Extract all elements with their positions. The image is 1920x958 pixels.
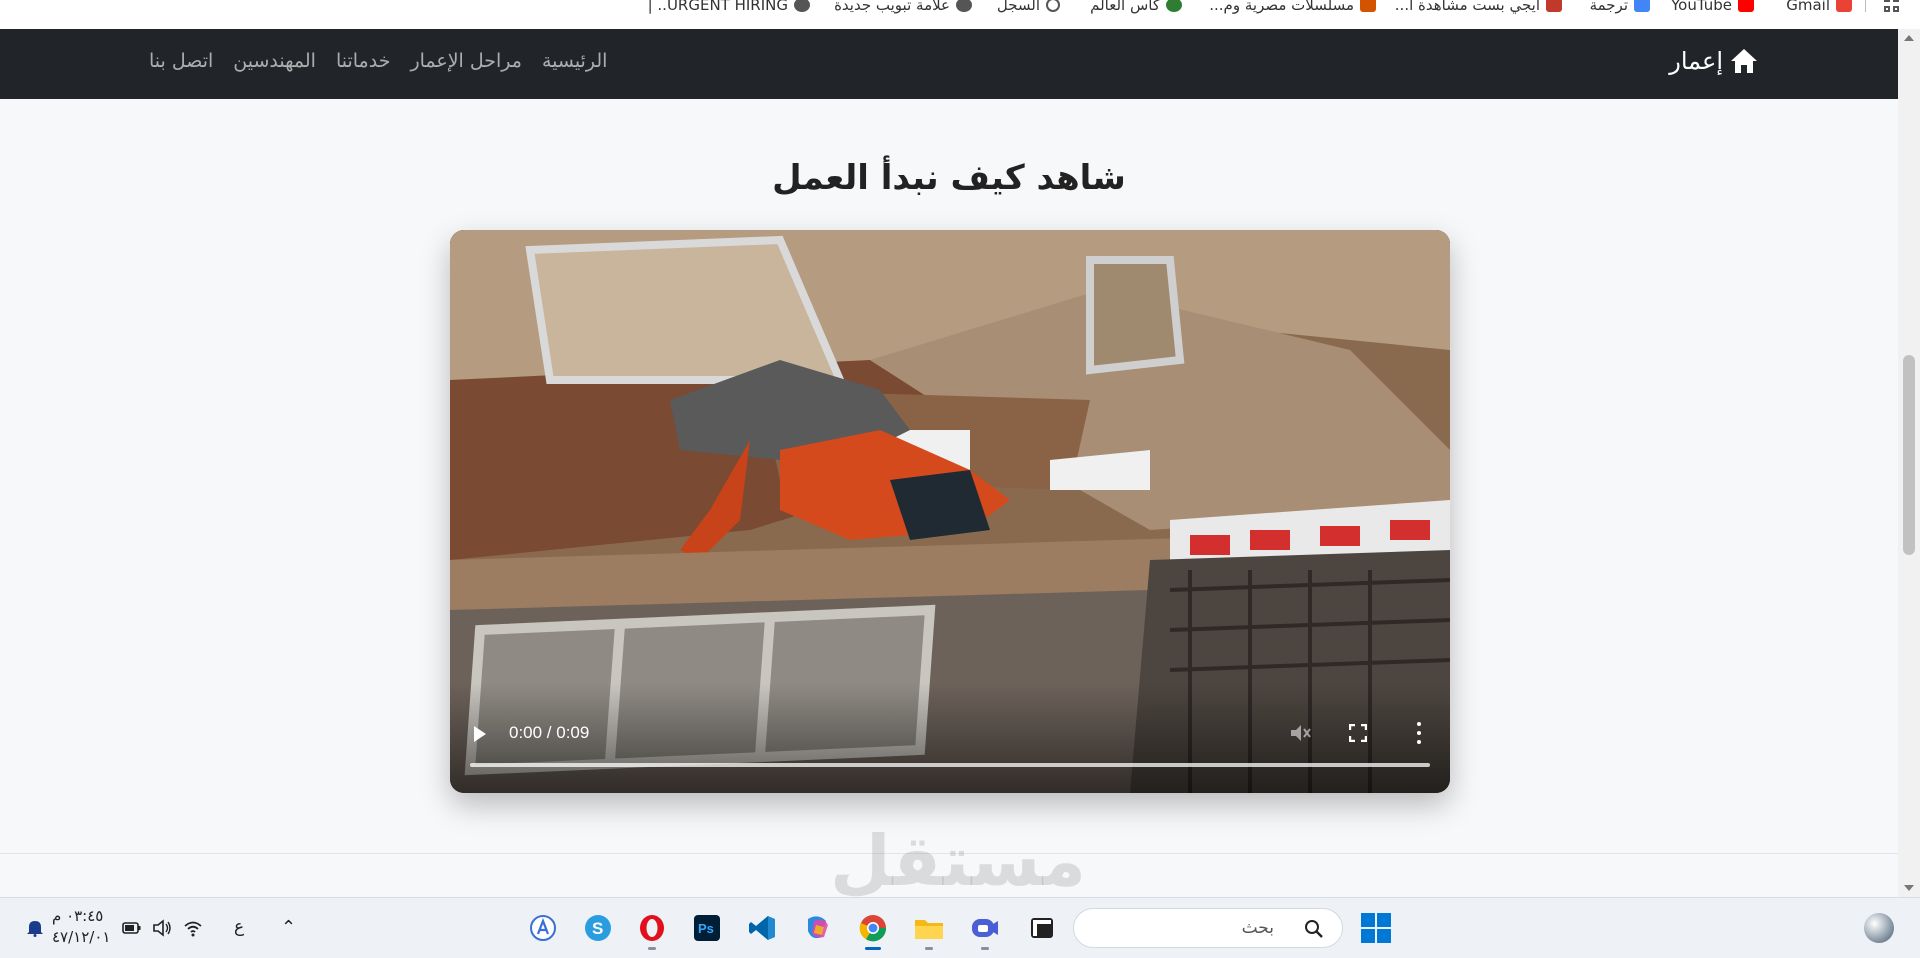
globe-icon <box>956 0 972 12</box>
translate-icon <box>1634 0 1650 12</box>
bookmark-urgent-hiring[interactable]: URGENT HIRING.. | <box>648 0 810 16</box>
mute-icon[interactable] <box>1288 722 1312 744</box>
vscode-icon[interactable] <box>746 912 778 944</box>
bookmarks-separator <box>1865 0 1866 12</box>
bookmark-egybest[interactable]: ايجي بست مشاهدة ا... <box>1395 0 1562 16</box>
terminal-icon[interactable] <box>1026 912 1058 944</box>
nav-link-home[interactable]: الرئيسية <box>542 50 607 72</box>
brand-logo[interactable]: إعمار <box>1669 47 1759 75</box>
fullscreen-icon[interactable] <box>1349 724 1367 742</box>
bookmark-label: كاس العالم <box>1090 0 1160 14</box>
scroll-down-icon[interactable] <box>1904 885 1914 891</box>
windows-taskbar: بحث Ps S ⌃ ع ٠٣:٤٥ م ٤٧/١٢/٠١ <box>0 897 1920 958</box>
wifi-icon[interactable] <box>183 919 203 937</box>
soccer-icon <box>1166 0 1182 12</box>
section-divider <box>0 853 1898 854</box>
watermark-logo: مستقل <box>829 820 1086 902</box>
apps-grid-icon[interactable] <box>1884 0 1900 12</box>
bookmark-worldcup[interactable]: كاس العالم <box>1090 0 1182 16</box>
photoshop-icon[interactable]: Ps <box>691 912 723 944</box>
bookmarks-bar: Gmail YouTube ترجمة ايجي بست مشاهدة ا...… <box>0 0 1920 29</box>
gmail-icon <box>1836 0 1852 12</box>
video-time: 0:00 / 0:09 <box>509 723 590 742</box>
taskbar-search[interactable]: بحث <box>1073 908 1343 948</box>
nav-links: الرئيسية مراحل الإعمار خدماتنا المهندسين… <box>149 50 607 72</box>
volume-icon[interactable] <box>152 919 172 937</box>
file-explorer-icon[interactable] <box>913 912 945 950</box>
windows-start-icon[interactable] <box>1361 913 1391 943</box>
bookmark-youtube[interactable]: YouTube <box>1671 0 1754 16</box>
history-icon <box>1046 0 1060 12</box>
page-scrollbar[interactable] <box>1898 29 1920 897</box>
input-language-indicator[interactable]: ع <box>234 917 244 937</box>
nav-link-stages[interactable]: مراحل الإعمار <box>410 50 522 72</box>
brand-name: إعمار <box>1669 47 1723 75</box>
svg-text:Ps: Ps <box>698 921 714 936</box>
globe-icon <box>794 0 810 12</box>
ai-assistant-icon[interactable] <box>527 912 559 944</box>
bookmark-label: ترجمة <box>1589 0 1628 14</box>
bookmark-translate[interactable]: ترجمة <box>1590 0 1650 16</box>
active-indicator <box>865 947 881 950</box>
bookmark-label: URGENT HIRING.. | <box>647 0 788 14</box>
bookmark-label: السجل <box>996 0 1040 14</box>
chrome-icon[interactable] <box>857 912 889 950</box>
notification-bell-icon[interactable] <box>25 919 45 937</box>
bookmark-label: ايجي بست مشاهدة ا... <box>1394 0 1540 14</box>
browser-window: Gmail YouTube ترجمة ايجي بست مشاهدة ا...… <box>0 0 1920 958</box>
copilot-icon[interactable] <box>802 912 834 944</box>
bookmark-label: علامة تبويب جديدة <box>834 0 950 14</box>
scrollbar-thumb[interactable] <box>1903 355 1915 555</box>
zoom-icon[interactable] <box>969 912 1001 950</box>
nav-link-services[interactable]: خدماتنا <box>336 50 391 72</box>
running-indicator <box>981 947 989 950</box>
more-options-icon[interactable] <box>1416 722 1422 744</box>
search-label: بحث <box>1241 918 1274 938</box>
section-title: شاهد كيف نبدأ العمل <box>772 158 1126 198</box>
overflow-chevron-icon[interactable]: ⌃ <box>281 917 296 938</box>
running-indicator <box>648 947 656 950</box>
bookmark-label: Gmail <box>1786 0 1830 14</box>
nav-link-contact[interactable]: اتصل بنا <box>149 50 213 72</box>
series-icon <box>1360 0 1376 12</box>
video-progress-bar[interactable] <box>470 763 1430 767</box>
bookmark-new-tab[interactable]: علامة تبويب جديدة <box>834 0 972 16</box>
clock-time[interactable]: ٠٣:٤٥ م <box>52 907 103 925</box>
svg-text:S: S <box>592 919 603 938</box>
clock-date[interactable]: ٤٧/١٢/٠١ <box>52 928 110 946</box>
weather-icon[interactable] <box>1864 913 1894 943</box>
egybest-icon <box>1546 0 1562 12</box>
video-player[interactable]: 0:00 / 0:09 <box>450 230 1450 793</box>
nav-link-engineers[interactable]: المهندسين <box>233 50 316 72</box>
bookmark-label: مسلسلات مصرية وم... <box>1209 0 1354 14</box>
bookmark-history[interactable]: السجل <box>997 0 1060 16</box>
scroll-up-icon[interactable] <box>1904 35 1914 41</box>
bookmark-label: YouTube <box>1671 0 1732 14</box>
battery-icon[interactable] <box>122 919 142 937</box>
bookmark-series[interactable]: مسلسلات مصرية وم... <box>1209 0 1376 16</box>
youtube-icon <box>1738 0 1754 12</box>
skype-icon[interactable]: S <box>582 912 614 944</box>
bookmark-gmail[interactable]: Gmail <box>1786 0 1852 16</box>
play-icon[interactable] <box>474 726 486 742</box>
opera-icon[interactable] <box>636 912 668 950</box>
search-icon <box>1305 920 1323 938</box>
home-icon <box>1731 49 1757 73</box>
site-navbar: إعمار الرئيسية مراحل الإعمار خدماتنا الم… <box>0 29 1898 99</box>
running-indicator <box>925 947 933 950</box>
